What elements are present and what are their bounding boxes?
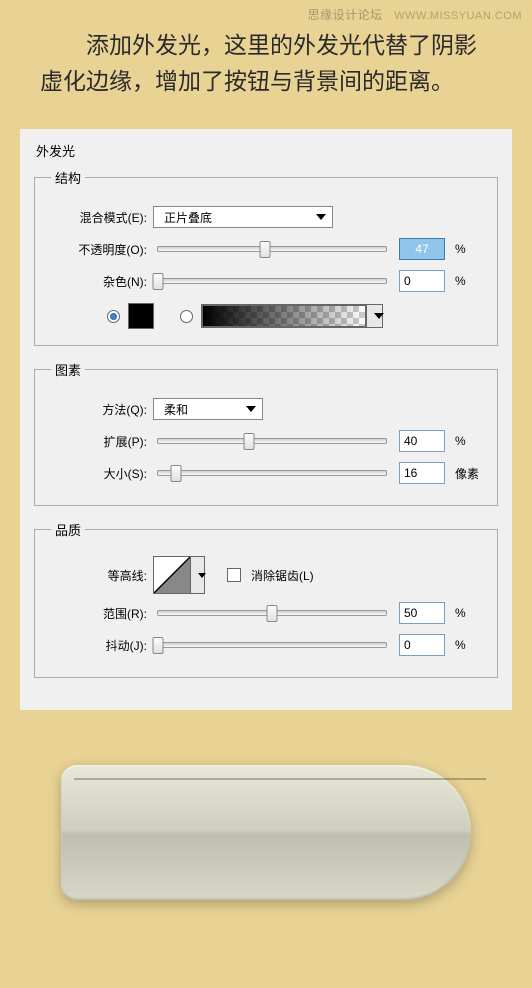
slider-thumb[interactable]	[244, 433, 255, 450]
size-row: 大小(S): 像素	[49, 457, 483, 489]
watermark-url: WWW.MISSYUAN.COM	[394, 10, 522, 22]
watermark-brand: 思缘设计论坛	[308, 8, 383, 22]
chevron-down-icon	[198, 573, 206, 578]
outer-glow-panel: 外发光 结构 混合模式(E): 正片叠底 不透明度(O): % 杂色(N): %	[20, 129, 512, 710]
opacity-slider[interactable]	[157, 246, 387, 252]
method-dropdown[interactable]: 柔和	[153, 398, 263, 420]
panel-title: 外发光	[34, 141, 498, 160]
blend-mode-dropdown[interactable]: 正片叠底	[153, 206, 333, 228]
blend-mode-row: 混合模式(E): 正片叠底	[49, 201, 483, 233]
range-slider[interactable]	[157, 610, 387, 616]
jitter-input[interactable]	[399, 634, 445, 656]
jitter-row: 抖动(J): %	[49, 629, 483, 661]
antialias-checkbox[interactable]	[227, 568, 241, 582]
color-source-row	[49, 303, 483, 329]
contour-picker[interactable]	[153, 556, 205, 594]
range-input[interactable]	[399, 602, 445, 624]
method-value: 柔和	[164, 401, 188, 418]
structure-legend: 结构	[51, 168, 85, 187]
gradient-dropdown-button[interactable]	[366, 305, 382, 327]
slider-thumb[interactable]	[260, 241, 271, 258]
opacity-label: 不透明度(O):	[49, 241, 149, 258]
method-label: 方法(Q):	[49, 401, 149, 418]
size-input[interactable]	[399, 462, 445, 484]
noise-row: 杂色(N): %	[49, 265, 483, 297]
spread-input[interactable]	[399, 430, 445, 452]
range-row: 范围(R): %	[49, 597, 483, 629]
contour-dropdown-button[interactable]	[191, 556, 205, 594]
contour-label: 等高线:	[49, 567, 149, 584]
blend-mode-label: 混合模式(E):	[49, 209, 149, 226]
chevron-down-icon	[316, 214, 326, 220]
color-swatch[interactable]	[128, 303, 154, 329]
gradient-preview[interactable]	[202, 305, 366, 327]
spread-row: 扩展(P): %	[49, 425, 483, 457]
contour-row: 等高线: 消除锯齿(L)	[49, 553, 483, 597]
elements-group: 图素 方法(Q): 柔和 扩展(P): % 大小(S): 像素	[34, 360, 498, 506]
noise-slider[interactable]	[157, 278, 387, 284]
method-row: 方法(Q): 柔和	[49, 393, 483, 425]
button-preview	[61, 765, 471, 900]
slider-thumb[interactable]	[153, 273, 164, 290]
chevron-down-icon	[246, 406, 256, 412]
noise-label: 杂色(N):	[49, 273, 149, 290]
elements-legend: 图素	[51, 360, 85, 379]
watermark: 思缘设计论坛 WWW.MISSYUAN.COM	[308, 6, 522, 23]
slider-thumb[interactable]	[153, 637, 164, 654]
range-label: 范围(R):	[49, 605, 149, 622]
button-frame	[61, 765, 471, 900]
solid-color-radio[interactable]	[107, 310, 120, 323]
jitter-unit: %	[449, 638, 483, 652]
opacity-row: 不透明度(O): %	[49, 233, 483, 265]
structure-group: 结构 混合模式(E): 正片叠底 不透明度(O): % 杂色(N): %	[34, 168, 498, 346]
size-label: 大小(S):	[49, 465, 149, 482]
slider-thumb[interactable]	[267, 605, 278, 622]
quality-group: 品质 等高线: 消除锯齿(L) 范围(R):	[34, 520, 498, 678]
spread-label: 扩展(P):	[49, 433, 149, 450]
antialias-label: 消除锯齿(L)	[251, 567, 314, 584]
slider-thumb[interactable]	[171, 465, 182, 482]
opacity-unit: %	[449, 242, 483, 256]
blend-mode-value: 正片叠底	[164, 209, 212, 226]
noise-input[interactable]	[399, 270, 445, 292]
opacity-input[interactable]	[399, 238, 445, 260]
quality-legend: 品质	[51, 520, 85, 539]
spread-unit: %	[449, 434, 483, 448]
gradient-radio[interactable]	[180, 310, 193, 323]
jitter-slider[interactable]	[157, 642, 387, 648]
size-unit: 像素	[449, 465, 483, 482]
noise-unit: %	[449, 274, 483, 288]
range-unit: %	[449, 606, 483, 620]
chevron-down-icon	[374, 313, 384, 319]
contour-preview[interactable]	[153, 556, 191, 594]
gradient-picker[interactable]	[201, 304, 383, 328]
jitter-label: 抖动(J):	[49, 637, 149, 654]
spread-slider[interactable]	[157, 438, 387, 444]
size-slider[interactable]	[157, 470, 387, 476]
